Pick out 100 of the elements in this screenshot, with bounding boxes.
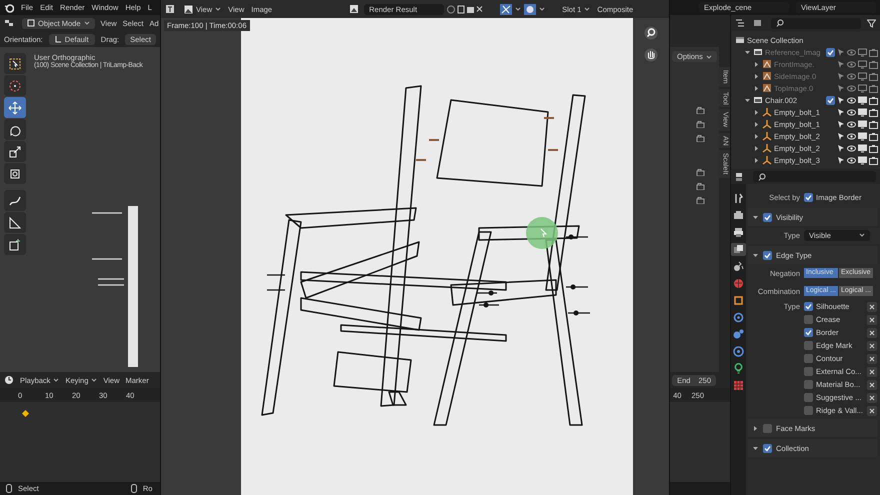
- lock-icon[interactable]: [696, 196, 705, 204]
- image-icon: [184, 4, 193, 14]
- checkbox[interactable]: [763, 212, 772, 222]
- monitor-icon[interactable]: [858, 132, 867, 140]
- caret-icon: [84, 20, 90, 26]
- add-tool-button[interactable]: [4, 234, 26, 255]
- caret-icon: [584, 6, 590, 12]
- collapsed-arrow-icon[interactable]: [753, 108, 760, 116]
- collapsed-arrow-icon[interactable]: [753, 156, 760, 164]
- checkbox[interactable]: [804, 367, 813, 376]
- click-indicator: [525, 216, 559, 250]
- move-tool-icon[interactable]: [8, 100, 22, 114]
- collapsed-arrow-icon[interactable]: [752, 424, 759, 432]
- empty-icon: [762, 155, 772, 165]
- monitor-icon[interactable]: [858, 108, 867, 116]
- caret-icon: [53, 377, 60, 383]
- camera-icon[interactable]: [869, 132, 878, 140]
- clock-icon[interactable]: [4, 375, 14, 385]
- expanded-arrow-icon[interactable]: [752, 252, 759, 258]
- checkbox[interactable]: [763, 444, 772, 452]
- search-field[interactable]: [771, 18, 861, 28]
- cube-icon: [27, 19, 35, 27]
- transform-tool-button[interactable]: [4, 163, 26, 184]
- measure-tool-button[interactable]: [4, 212, 26, 233]
- checkbox[interactable]: [763, 424, 772, 432]
- filter-icon[interactable]: [867, 18, 876, 28]
- camera-icon[interactable]: [869, 156, 878, 164]
- annotate-tool-button[interactable]: [4, 190, 26, 211]
- lock-icon[interactable]: [696, 120, 705, 128]
- caret-icon: [706, 54, 712, 60]
- search-field[interactable]: [753, 171, 876, 182]
- gizmo-toggle-icon[interactable]: [500, 4, 512, 14]
- search-icon: [758, 172, 766, 180]
- overlay-toggle-icon[interactable]: [524, 4, 536, 14]
- checkbox[interactable]: [763, 250, 772, 260]
- camera-icon[interactable]: [869, 96, 878, 104]
- keyframe-icon[interactable]: [22, 410, 29, 417]
- monitor-icon[interactable]: [858, 144, 867, 152]
- empty-icon: [762, 119, 772, 129]
- camera-icon[interactable]: [869, 144, 878, 152]
- empty-icon: [762, 131, 772, 141]
- caret-icon: [539, 6, 546, 12]
- checkbox[interactable]: [804, 192, 813, 202]
- image-icon: [762, 71, 772, 81]
- search-icon: [776, 19, 784, 27]
- lock-icon[interactable]: [696, 106, 705, 114]
- checkbox[interactable]: [804, 341, 813, 350]
- collapsed-arrow-icon[interactable]: [753, 120, 760, 128]
- scene-icon: [735, 35, 745, 45]
- checkbox[interactable]: [804, 406, 813, 415]
- collection-icon: [753, 95, 763, 105]
- checkbox[interactable]: [804, 328, 813, 337]
- checkbox[interactable]: [804, 302, 813, 311]
- image-icon: [762, 59, 772, 69]
- expanded-arrow-icon[interactable]: [752, 214, 759, 220]
- lock-icon[interactable]: [696, 182, 705, 190]
- image-icon: [762, 83, 772, 93]
- add-tool-icon[interactable]: [8, 238, 22, 252]
- cursor-tool-button[interactable]: [4, 75, 26, 96]
- measure-tool-icon[interactable]: [8, 216, 22, 230]
- checkbox[interactable]: [804, 393, 813, 402]
- mouse-icon: [130, 484, 137, 493]
- select-tool-button[interactable]: [4, 53, 26, 74]
- rotate-tool-button[interactable]: [4, 119, 26, 140]
- move-tool-button[interactable]: [4, 97, 26, 118]
- caret-icon: [91, 377, 98, 383]
- zoom-icon[interactable]: [644, 26, 658, 40]
- checkbox[interactable]: [804, 315, 813, 324]
- scale-tool-button[interactable]: [4, 141, 26, 162]
- app-logo-icon[interactable]: [4, 2, 14, 12]
- cursor-tool-icon[interactable]: [8, 78, 22, 92]
- lock-icon[interactable]: [696, 134, 705, 142]
- collapsed-arrow-icon[interactable]: [753, 132, 760, 140]
- collapsed-arrow-icon[interactable]: [753, 144, 760, 152]
- caret-icon: [859, 232, 865, 238]
- monitor-icon[interactable]: [858, 96, 867, 104]
- mouse-icon: [6, 484, 12, 493]
- checkbox[interactable]: [804, 380, 813, 389]
- collection-icon: [753, 47, 763, 57]
- select-tool-icon[interactable]: [8, 56, 22, 70]
- scale-tool-icon[interactable]: [8, 144, 22, 158]
- editor-type-icon[interactable]: [165, 4, 177, 14]
- transform-tool-icon[interactable]: [8, 166, 22, 180]
- empty-icon: [762, 107, 772, 117]
- lock-icon[interactable]: [696, 168, 705, 176]
- image-actions-icon[interactable]: [447, 4, 484, 14]
- camera-icon[interactable]: [869, 108, 878, 116]
- monitor-icon[interactable]: [858, 156, 867, 164]
- checkbox[interactable]: [826, 96, 835, 104]
- caret-icon: [215, 6, 222, 12]
- expanded-arrow-icon[interactable]: [744, 96, 751, 104]
- editor-type-icon[interactable]: [4, 18, 16, 28]
- axes-icon: [54, 35, 62, 43]
- monitor-icon[interactable]: [858, 120, 867, 128]
- checkbox[interactable]: [804, 354, 813, 363]
- display-mode-icon[interactable]: [735, 18, 747, 28]
- empty-icon: [762, 143, 772, 153]
- expanded-arrow-icon[interactable]: [752, 444, 759, 452]
- camera-icon[interactable]: [869, 120, 878, 128]
- hand-icon[interactable]: [644, 48, 658, 62]
